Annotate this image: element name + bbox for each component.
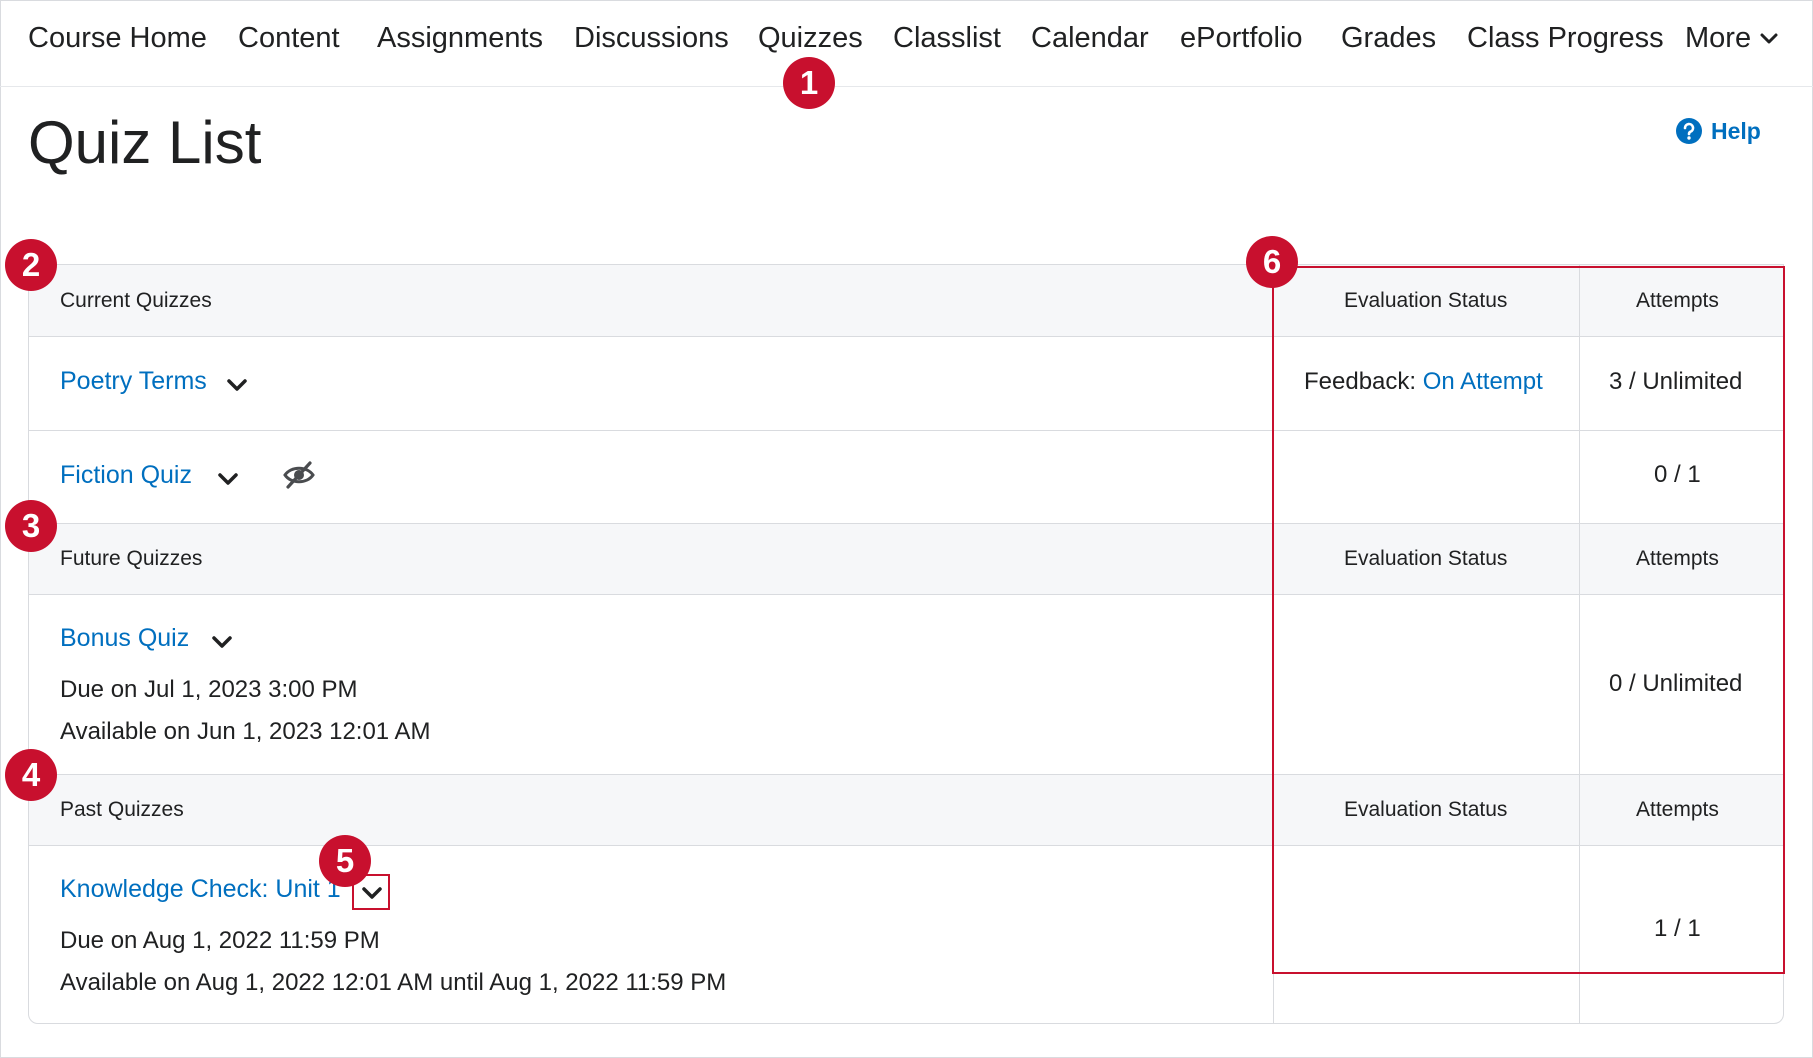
chevron-down-icon bbox=[227, 379, 247, 391]
annotation-badge-2: 2 bbox=[5, 239, 57, 291]
annotation-highlight-columns bbox=[1272, 266, 1785, 974]
nav-discussions[interactable]: Discussions bbox=[574, 22, 729, 55]
nav-quizzes[interactable]: Quizzes bbox=[758, 22, 863, 55]
nav-eportfolio[interactable]: ePortfolio bbox=[1180, 22, 1303, 55]
nav-calendar[interactable]: Calendar bbox=[1031, 22, 1149, 55]
quiz-actions-button[interactable] bbox=[220, 370, 254, 400]
annotation-badge-4: 4 bbox=[5, 749, 57, 801]
page-title: Quiz List bbox=[28, 109, 262, 176]
section-heading: Past Quizzes bbox=[60, 798, 184, 821]
available-date: Available on Jun 1, 2023 12:01 AM bbox=[60, 718, 431, 745]
nav-more-label: More bbox=[1685, 22, 1752, 54]
nav-course-home[interactable]: Course Home bbox=[28, 22, 207, 55]
nav-assignments[interactable]: Assignments bbox=[377, 22, 543, 55]
nav-grades[interactable]: Grades bbox=[1341, 22, 1436, 55]
quiz-link-fiction-quiz[interactable]: Fiction Quiz bbox=[60, 461, 192, 490]
help-label: Help bbox=[1711, 117, 1761, 144]
annotation-badge-6: 6 bbox=[1246, 236, 1298, 288]
section-heading: Current Quizzes bbox=[60, 289, 212, 312]
course-navbar: Course Home Content Assignments Discussi… bbox=[0, 0, 1813, 87]
section-heading: Future Quizzes bbox=[60, 547, 203, 570]
quiz-link-poetry-terms[interactable]: Poetry Terms bbox=[60, 367, 207, 396]
quiz-link-bonus-quiz[interactable]: Bonus Quiz bbox=[60, 624, 189, 653]
available-date: Available on Aug 1, 2022 12:01 AM until … bbox=[60, 969, 727, 996]
help-link[interactable]: Help bbox=[1675, 117, 1761, 145]
chevron-down-icon bbox=[218, 473, 238, 485]
nav-content[interactable]: Content bbox=[238, 22, 340, 55]
annotation-badge-5: 5 bbox=[319, 835, 371, 887]
quiz-actions-button[interactable] bbox=[211, 464, 245, 494]
chevron-down-icon bbox=[1760, 33, 1778, 43]
nav-classlist[interactable]: Classlist bbox=[893, 22, 1001, 55]
eye-hidden-icon bbox=[283, 460, 315, 495]
chevron-down-icon bbox=[212, 636, 232, 648]
due-date: Due on Jul 1, 2023 3:00 PM bbox=[60, 676, 358, 703]
nav-more-menu[interactable]: More bbox=[1685, 22, 1779, 55]
annotation-badge-1: 1 bbox=[783, 57, 835, 109]
quiz-link-knowledge-check[interactable]: Knowledge Check: Unit 1 bbox=[60, 875, 341, 904]
help-icon bbox=[1676, 118, 1702, 144]
annotation-badge-3: 3 bbox=[5, 500, 57, 552]
due-date: Due on Aug 1, 2022 11:59 PM bbox=[60, 927, 380, 954]
nav-class-progress[interactable]: Class Progress bbox=[1467, 22, 1664, 55]
quiz-actions-button[interactable] bbox=[205, 627, 239, 657]
